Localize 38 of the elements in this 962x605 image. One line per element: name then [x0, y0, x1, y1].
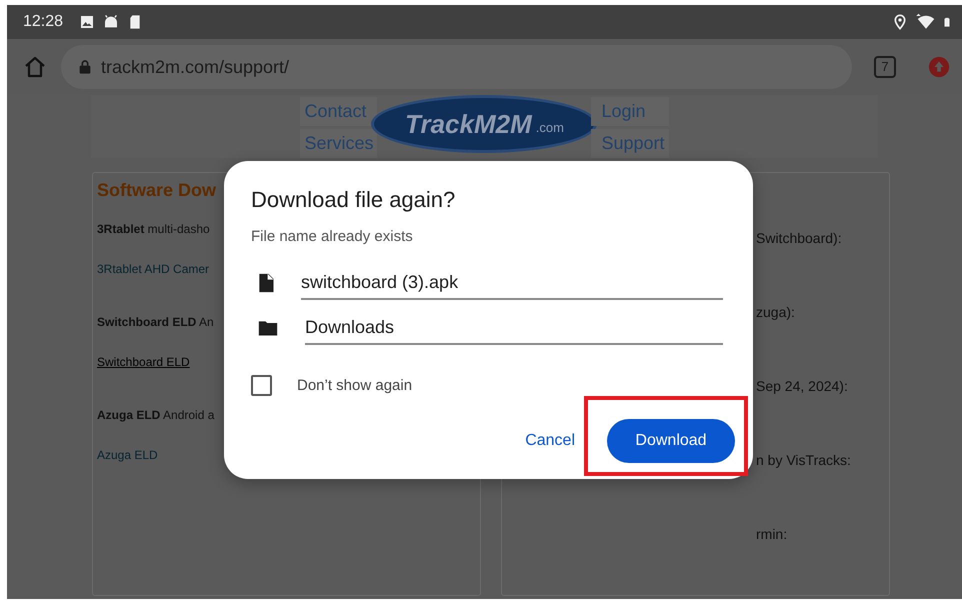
- text-field[interactable]: Downloads: [305, 312, 723, 344]
- logo-badge[interactable]: TrackM2M.com: [371, 95, 598, 153]
- nav-link[interactable]: Contact: [300, 97, 378, 126]
- logo-name: TrackM2M: [405, 108, 532, 140]
- nav-link[interactable]: Support: [591, 129, 669, 158]
- dialog-title: Download file again?: [251, 186, 456, 214]
- download-link[interactable]: Azuga ELD: [97, 446, 158, 464]
- nav-link[interactable]: Services: [300, 129, 378, 158]
- download-button[interactable]: Download: [607, 419, 735, 463]
- status-time: 12:28: [23, 12, 64, 32]
- lock-icon: [77, 58, 93, 76]
- description-text: Sep 24, 2024):: [756, 377, 848, 396]
- description-text: Switchboard ELD An: [97, 314, 214, 331]
- description-text: 3Rtablet multi-dasho: [97, 221, 210, 238]
- address-bar[interactable]: trackm2m.com/support/: [61, 45, 852, 89]
- cancel-button[interactable]: Cancel: [525, 429, 575, 453]
- description-text: Switchboard):: [756, 229, 842, 248]
- description-text: zuga):: [756, 303, 795, 322]
- wifi-icon: [916, 13, 936, 31]
- download-link[interactable]: 3Rtablet AHD Camer: [97, 260, 210, 278]
- dialog-subtitle: File name already exists: [251, 227, 414, 247]
- logo-suffix: .com: [536, 119, 564, 138]
- text-field[interactable]: switchboard (3).apk: [301, 266, 723, 300]
- download-link[interactable]: Switchboard ELD: [97, 353, 190, 371]
- url-text: trackm2m.com/support/: [101, 56, 290, 79]
- nav-link[interactable]: Login: [591, 97, 669, 126]
- description-text: n by VisTracks:: [756, 451, 851, 470]
- home-icon[interactable]: [23, 55, 47, 79]
- description-text: Azuga ELD Android a: [97, 407, 214, 424]
- android-icon: [103, 14, 120, 30]
- location-icon: [892, 14, 908, 30]
- checkbox[interactable]: [251, 375, 272, 396]
- section-title: Software Dow: [97, 179, 216, 202]
- image-icon: [79, 14, 96, 30]
- upload-icon[interactable]: [928, 56, 950, 78]
- tab-count[interactable]: 7: [874, 56, 896, 78]
- checkbox-label: Don’t show again: [297, 376, 412, 396]
- description-text: rmin:: [756, 525, 788, 544]
